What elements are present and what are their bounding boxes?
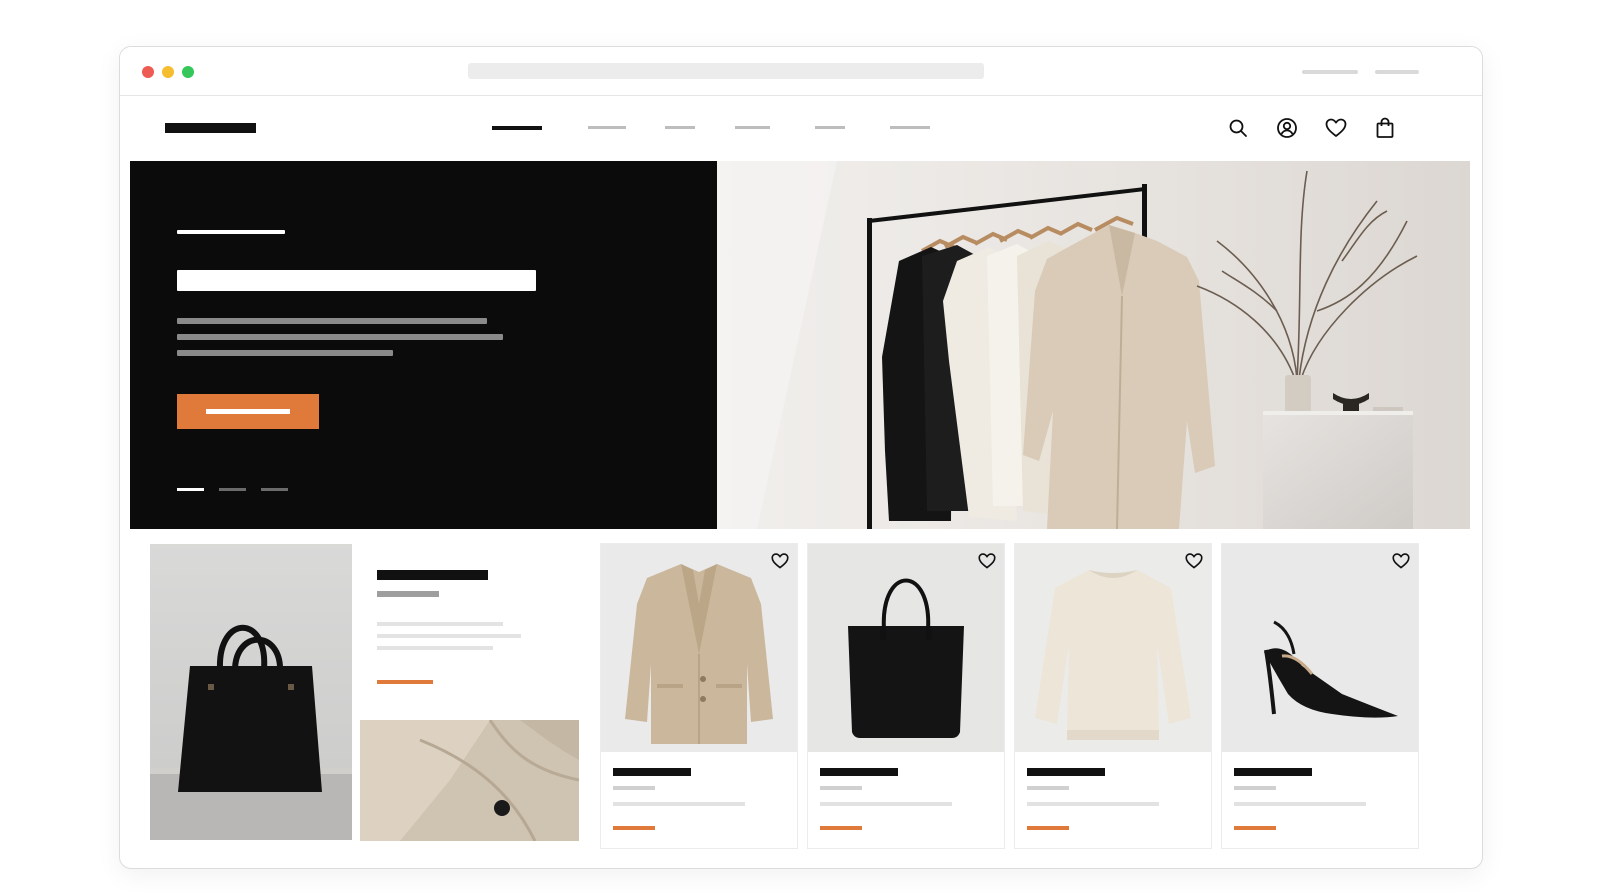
product-image-beige-blazer[interactable] bbox=[601, 544, 797, 752]
product-name[interactable] bbox=[820, 768, 898, 776]
brand-logo[interactable] bbox=[165, 123, 256, 133]
product-price bbox=[1234, 826, 1276, 830]
product-meta bbox=[820, 786, 862, 790]
hero-text-panel bbox=[130, 161, 717, 529]
product-description bbox=[1234, 802, 1366, 806]
feature-link[interactable] bbox=[377, 680, 433, 684]
product-image-cream-sweater[interactable] bbox=[1015, 544, 1211, 752]
hero-banner bbox=[130, 161, 1470, 529]
wishlist-heart-icon[interactable] bbox=[771, 552, 789, 570]
product-image-black-slingback-heel[interactable] bbox=[1222, 544, 1418, 752]
hero-eyebrow bbox=[177, 230, 285, 234]
feature-title bbox=[377, 570, 488, 580]
hero-body-line-2 bbox=[177, 334, 503, 340]
nav-item-6[interactable] bbox=[890, 126, 930, 129]
product-meta bbox=[613, 786, 655, 790]
product-description bbox=[613, 802, 745, 806]
product-meta bbox=[1027, 786, 1069, 790]
product-image-black-tote[interactable] bbox=[808, 544, 1004, 752]
feature-desc-line-1 bbox=[377, 622, 503, 626]
product-name[interactable] bbox=[1027, 768, 1105, 776]
nav-item-1[interactable] bbox=[492, 126, 542, 130]
wishlist-heart-icon[interactable] bbox=[978, 552, 996, 570]
product-price bbox=[613, 826, 655, 830]
browser-menu-placeholder-2[interactable] bbox=[1375, 70, 1419, 74]
product-description bbox=[820, 802, 952, 806]
hero-headline bbox=[177, 270, 536, 291]
nav-item-4[interactable] bbox=[735, 126, 770, 129]
wishlist-icon[interactable] bbox=[1322, 114, 1350, 142]
slide-indicator-2[interactable] bbox=[219, 488, 246, 491]
wishlist-heart-icon[interactable] bbox=[1185, 552, 1203, 570]
feature-image-coat-texture[interactable] bbox=[360, 720, 579, 841]
maximize-window-dot[interactable] bbox=[182, 66, 194, 78]
hero-cta-button[interactable] bbox=[177, 394, 319, 429]
search-icon[interactable] bbox=[1224, 114, 1252, 142]
product-name[interactable] bbox=[613, 768, 691, 776]
product-card-2[interactable] bbox=[807, 543, 1005, 849]
account-icon[interactable] bbox=[1273, 114, 1301, 142]
slide-indicator-3[interactable] bbox=[261, 488, 288, 491]
site-header bbox=[120, 96, 1482, 160]
hero-body-line-1 bbox=[177, 318, 487, 324]
minimize-window-dot[interactable] bbox=[162, 66, 174, 78]
address-bar[interactable] bbox=[468, 63, 984, 79]
hero-image-clothing-rack bbox=[717, 161, 1470, 529]
browser-menu-placeholder-1[interactable] bbox=[1302, 70, 1358, 74]
nav-item-3[interactable] bbox=[665, 126, 695, 129]
shopping-bag-icon[interactable] bbox=[1371, 114, 1399, 142]
product-description bbox=[1027, 802, 1159, 806]
product-price bbox=[1027, 826, 1069, 830]
product-card-3[interactable] bbox=[1014, 543, 1212, 849]
product-card-1[interactable] bbox=[600, 543, 798, 849]
feature-desc-line-2 bbox=[377, 634, 521, 638]
product-price bbox=[820, 826, 862, 830]
feature-subtitle bbox=[377, 591, 439, 597]
nav-item-2[interactable] bbox=[588, 126, 626, 129]
browser-chrome bbox=[120, 47, 1482, 96]
product-meta bbox=[1234, 786, 1276, 790]
slide-indicator-1[interactable] bbox=[177, 488, 204, 491]
feature-desc-line-3 bbox=[377, 646, 493, 650]
browser-window bbox=[119, 46, 1483, 869]
product-card-4[interactable] bbox=[1221, 543, 1419, 849]
close-window-dot[interactable] bbox=[142, 66, 154, 78]
nav-item-5[interactable] bbox=[815, 126, 845, 129]
hero-body-line-3 bbox=[177, 350, 393, 356]
product-name[interactable] bbox=[1234, 768, 1312, 776]
wishlist-heart-icon[interactable] bbox=[1392, 552, 1410, 570]
feature-image-black-handbag[interactable] bbox=[150, 544, 352, 840]
